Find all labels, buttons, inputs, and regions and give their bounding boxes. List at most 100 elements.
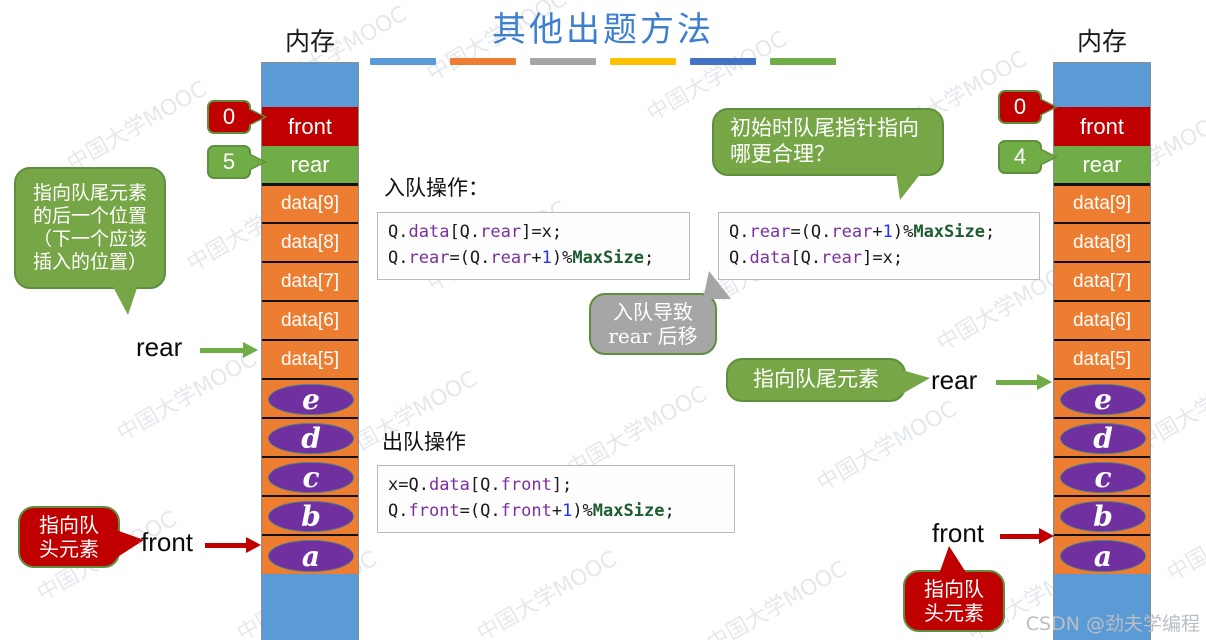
callout-pointer [939,546,967,574]
right-cell-top-free [1053,62,1151,107]
left-slot-data6: data[6] [261,300,359,339]
left-front-index-value: 0 [222,104,236,129]
element-oval: c [1059,461,1147,494]
code-token: Q. [388,248,409,269]
code-token: ; [664,501,675,522]
left-slot-label: data[7] [280,270,340,292]
left-slot-label: data[9] [280,193,340,214]
right-rear-callout-text: 指向队尾元素 [753,367,879,392]
element-oval: e [1059,383,1147,416]
right-front-index-value: 0 [1013,94,1027,119]
code-token: ; [643,248,655,269]
left-rear-callout: 指向队尾元素的后一个位置（下一个应该插入的位置） [14,167,166,315]
element-oval: a [1059,540,1147,573]
callout-pointer [896,172,922,200]
element-oval: a [267,540,355,573]
left-rear-index-badge: 5 [207,145,267,179]
element-oval: b [267,500,355,533]
left-cell-rear: rear [261,146,359,183]
left-front-index-badge: 0 [207,100,267,134]
code-token-mem: front [500,475,552,495]
code-token: [Q. [469,475,501,495]
accent-bar-strip [0,58,1206,65]
right-element-d: d [1053,417,1151,456]
right-rear-text: rear [1082,151,1122,177]
left-rear-callout-text: 指向队尾元素的后一个位置（下一个应该插入的位置） [32,181,147,274]
right-rear-index-value: 4 [1013,144,1027,169]
code-token: + [872,222,883,242]
code-token: Q. [729,248,750,269]
code-token: =(Q. [449,248,491,269]
left-front-callout: 指向队头元素 [18,506,144,568]
right-front-index-badge: 0 [998,90,1058,124]
code-line: x=Q.data[Q.front]; [388,472,724,498]
left-front-pointer-label: front [141,527,194,557]
code-token: ]=x; [862,248,904,269]
code-token: )% [572,501,593,522]
left-slot-label: data[6] [280,309,340,331]
code-token-mem: rear [831,222,873,242]
enqueue-heading: 入队操作： [384,176,489,200]
code-line: Q.data[Q.rear]=x; [388,219,679,245]
watermark-mooc: 中国大学MOOC [813,396,962,497]
arrow-head [1039,528,1054,544]
code-token-const: MaxSize [913,222,985,242]
enqueue-code-right: Q.rear=(Q.rear+1)%MaxSize; Q.data[Q.rear… [718,212,1040,280]
element-oval: d [1059,422,1147,455]
left-element-b: b [261,495,359,534]
question-callout-text: 初始时队尾指针指向哪更合理？ [730,116,919,166]
callout-pointer [116,530,144,558]
code-token-mem: data [749,248,791,269]
enqueue-effect-line1: 入队导致 [613,299,693,324]
code-token: Q. [388,222,409,242]
left-front-text: front [287,113,333,139]
left-rear-pointer-label: rear [136,332,183,362]
code-token: [Q. [449,222,481,242]
code-token: + [551,501,563,522]
right-rear-callout: 指向队尾元素 [726,358,930,402]
right-slot-data7: data[7] [1053,261,1151,300]
right-cell-front: front [1053,107,1151,146]
watermark-mooc: 中国大学MOOC [473,546,622,640]
code-token: ]=x; [521,222,563,242]
code-line: Q.rear=(Q.rear+1)%MaxSize; [729,219,1029,245]
right-memory-column: 内存 front rear data[9] data[8] data[7] da… [1053,27,1151,640]
badge-tail [248,154,264,170]
left-rear-index-value: 5 [222,149,236,174]
right-slot-label: data[7] [1072,270,1132,292]
left-front-callout-text: 指向队头元素 [39,512,99,561]
code-token: + [531,248,542,269]
enqueue-effect-line2: rear 后移 [608,324,698,348]
badge-tail [248,109,264,125]
left-slot-data7: data[7] [261,261,359,300]
accent-bar-1 [370,58,436,65]
right-front-text: front [1079,113,1125,139]
accent-bar-2 [450,58,516,65]
code-token: ]; [551,475,573,495]
slide-canvas: 中国大学MOOC 中国大学MOOC 中国大学MOOC 中国大学MOOC 中国大学… [0,0,1206,640]
right-slot-data5: data[5] [1053,339,1151,378]
right-slot-label: data[6] [1072,309,1132,331]
left-slot-data9: data[9] [261,183,359,222]
left-cell-front: front [261,107,359,146]
right-rear-index-badge: 4 [998,140,1058,174]
right-slot-label: data[9] [1072,193,1132,214]
right-slot-data8: data[8] [1053,222,1151,261]
right-element-c: c [1053,456,1151,495]
code-token: x=Q. [388,475,429,495]
element-oval: e [267,383,355,416]
accent-bar-3 [530,58,596,65]
csdn-watermark: CSDN @劲夫学编程 [1025,613,1200,635]
right-front-callout: 指向队头元素 [903,546,1005,632]
code-token-num: 1 [882,222,893,242]
right-slot-data6: data[6] [1053,300,1151,339]
watermark-mooc: 中国大学MOOC [63,76,212,177]
element-oval: d [267,422,355,455]
code-token-mem: front [408,501,460,522]
arrow-head [1037,374,1052,390]
left-memory-column: 内存 front rear data[9] data[8] data[7] da… [261,27,359,640]
right-element-e: e [1053,378,1151,417]
accent-bar-4 [610,58,676,65]
accent-bar-5 [690,58,756,65]
left-cell-bottom-free [261,574,359,640]
